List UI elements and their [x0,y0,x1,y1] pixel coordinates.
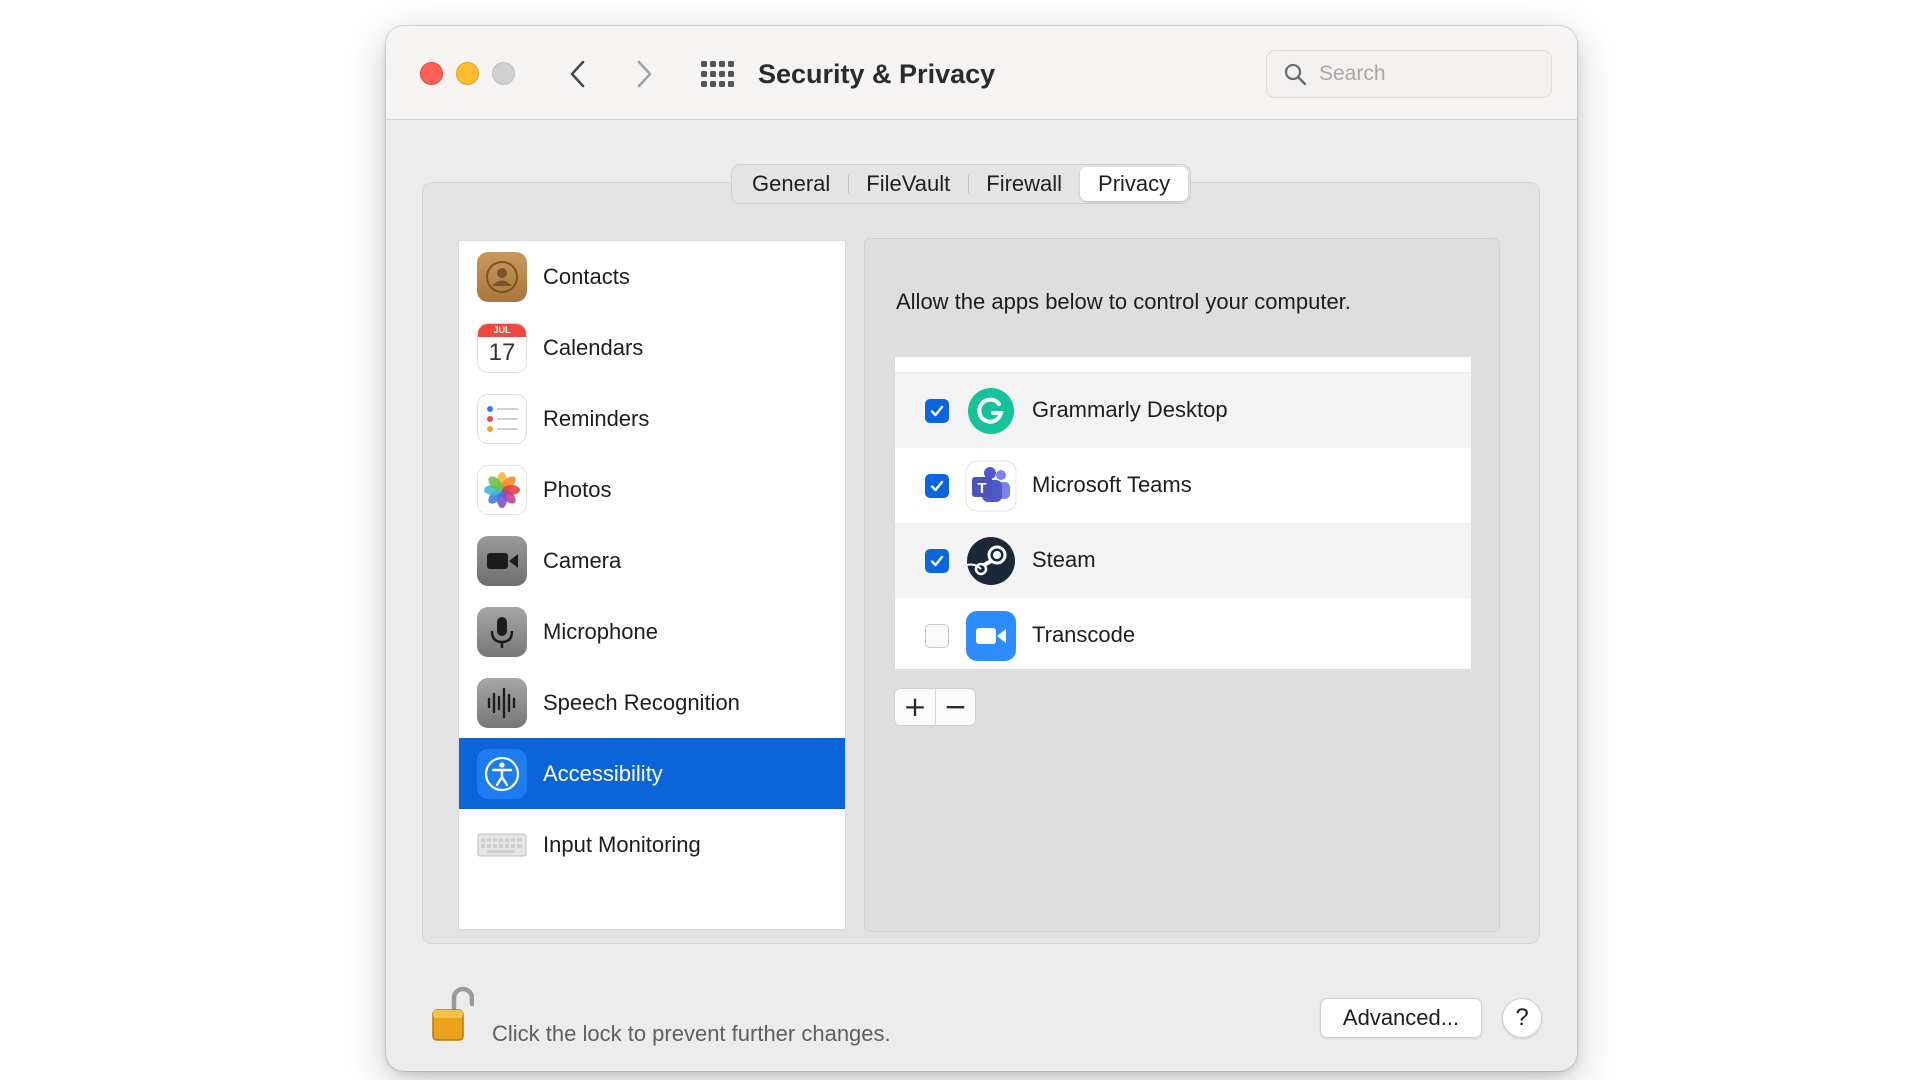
tab-filevault[interactable]: FileVault [848,167,968,201]
sidebar-item-speech-recognition[interactable]: Speech Recognition [459,667,845,738]
app-permission-list[interactable]: Grammarly Desktop T Microsoft Teams Stea… [894,356,1472,670]
sidebar-item-label: Speech Recognition [543,690,740,715]
photos-icon [477,465,527,515]
search-icon [1284,63,1307,86]
back-button[interactable] [560,56,596,92]
sidebar-item-microphone[interactable]: Microphone [459,596,845,667]
microphone-icon [477,607,527,657]
sidebar-item-label: Input Monitoring [543,832,701,857]
video-camera-icon [966,611,1016,661]
sidebar-item-label: Microphone [543,619,658,644]
zoom-window-button[interactable] [492,62,515,85]
lock-status-text: Click the lock to prevent further change… [492,1021,891,1046]
permission-description: Allow the apps below to control your com… [896,289,1351,314]
sidebar-item-camera[interactable]: Camera [459,525,845,596]
tab-bar: General FileVault Firewall Privacy [731,164,1192,204]
chevron-right-icon [637,60,652,88]
list-item-grammarly[interactable]: Grammarly Desktop [895,373,1471,448]
window-title: Security & Privacy [758,59,996,89]
tab-privacy[interactable]: Privacy [1080,167,1189,201]
camera-icon [477,536,527,586]
sidebar-item-label: Contacts [543,264,630,289]
sidebar-item-contacts[interactable]: Contacts [459,241,845,312]
calendar-day: 17 [488,339,516,366]
list-item-transcode[interactable]: Transcode [895,598,1471,669]
steam-icon [966,537,1015,585]
tab-general[interactable]: General [734,167,848,201]
forward-button[interactable] [626,56,662,92]
teams-checkbox[interactable] [925,474,949,498]
remove-app-button[interactable]: − [934,689,975,725]
sidebar-item-reminders[interactable]: Reminders [459,383,845,454]
preferences-window: Security & Privacy General FileVault Fir… [386,26,1577,1071]
sidebar-item-input-monitoring[interactable]: Input Monitoring [459,809,845,880]
keyboard-icon [477,820,527,870]
advanced-button[interactable]: Advanced... [1320,998,1482,1038]
list-item-steam[interactable]: Steam [895,523,1471,598]
contacts-icon [477,252,527,302]
sidebar-item-label: Camera [543,548,622,573]
reminders-icon [477,394,527,444]
sidebar-item-label: Accessibility [543,761,663,786]
list-scroll-edge [895,357,1471,373]
sidebar-item-label: Reminders [543,406,650,431]
transcode-checkbox[interactable] [925,624,949,648]
close-window-button[interactable] [420,62,443,85]
app-name: Transcode [1032,622,1136,647]
teams-icon: T [965,460,1017,512]
unlocked-lock-icon[interactable] [430,984,474,1044]
privacy-category-list[interactable]: Contacts JUL 17 Calendars Reminders Phot… [458,240,846,930]
steam-checkbox[interactable] [925,549,949,573]
sidebar-item-photos[interactable]: Photos [459,454,845,525]
grid-icon [701,61,734,87]
title-bar: Security & Privacy [386,26,1577,120]
grammarly-icon [968,388,1014,434]
sidebar-item-accessibility[interactable]: Accessibility [459,738,845,809]
sidebar-item-label: Calendars [543,335,644,360]
waveform-icon [477,678,527,728]
sidebar-item-label: Photos [543,477,612,502]
search-input[interactable] [1319,59,1539,89]
calendar-icon: JUL 17 [477,323,527,373]
minimize-window-button[interactable] [456,62,479,85]
grammarly-checkbox[interactable] [925,399,949,423]
list-item-microsoft-teams[interactable]: T Microsoft Teams [895,448,1471,523]
chevron-left-icon [570,60,585,88]
checkmark-icon [930,555,944,567]
app-name: Steam [1032,547,1096,572]
add-remove-control: + − [894,688,976,726]
sidebar-item-calendars[interactable]: JUL 17 Calendars [459,312,845,383]
add-app-button[interactable]: + [895,689,935,725]
calendar-month: JUL [478,324,526,337]
app-name: Microsoft Teams [1032,472,1192,497]
show-all-button[interactable] [698,56,734,92]
checkmark-icon [930,480,944,492]
sidebar-item-partial[interactable] [459,880,845,929]
accessibility-icon [477,749,527,799]
folder-icon [477,891,527,929]
app-name: Grammarly Desktop [1032,397,1228,422]
checkmark-icon [930,405,944,417]
help-button[interactable]: ? [1502,998,1542,1038]
tab-firewall[interactable]: Firewall [968,167,1080,201]
search-field[interactable] [1266,50,1552,98]
svg-text:T: T [977,480,986,497]
